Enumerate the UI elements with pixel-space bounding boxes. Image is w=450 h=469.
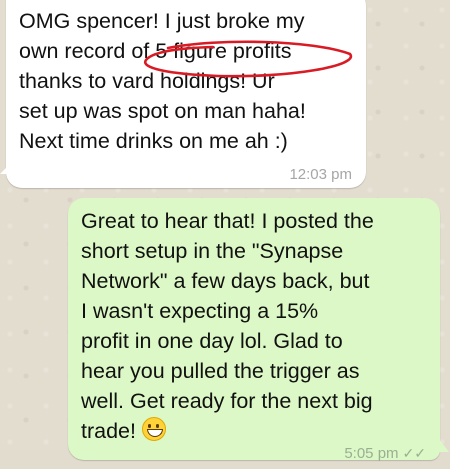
message-line: set up was spot on man haha! [19,99,306,123]
message-line: short setup in the "Synapse [81,239,344,263]
message-line: Great to hear that! I posted the [81,209,374,233]
message-line: OMG spencer! I just broke my [19,9,305,33]
message-line: well. Get ready for the next big [81,389,373,413]
incoming-message-text: OMG spencer! I just broke my own record … [19,6,364,156]
incoming-message-bubble[interactable]: OMG spencer! I just broke my own record … [0,0,366,188]
message-line: Network" a few days back, but [81,269,370,293]
message-line: thanks to vard holdings! Ur [19,69,275,93]
double-check-icon: ✓✓ [402,445,426,461]
message-line: own record of 5 figure profits [19,39,292,63]
message-line: trade! [81,419,136,443]
incoming-message-time: 12:03 pm [289,166,352,183]
outgoing-message-text: Great to hear that! I posted the short s… [81,206,426,446]
outgoing-time-text: 5:05 pm [344,445,399,462]
message-line: hear you pulled the trigger as [81,359,360,383]
outgoing-message-time: 5:05 pm ✓✓ [344,438,426,469]
message-line: Next time drinks on me ah :) [19,129,288,153]
grinning-face-emoji-icon [141,417,166,441]
outgoing-message-bubble[interactable]: Great to hear that! I posted the short s… [68,198,449,462]
message-line: I wasn't expecting a 15% [81,299,319,323]
message-line: profit in one day lol. Glad to [81,329,343,353]
